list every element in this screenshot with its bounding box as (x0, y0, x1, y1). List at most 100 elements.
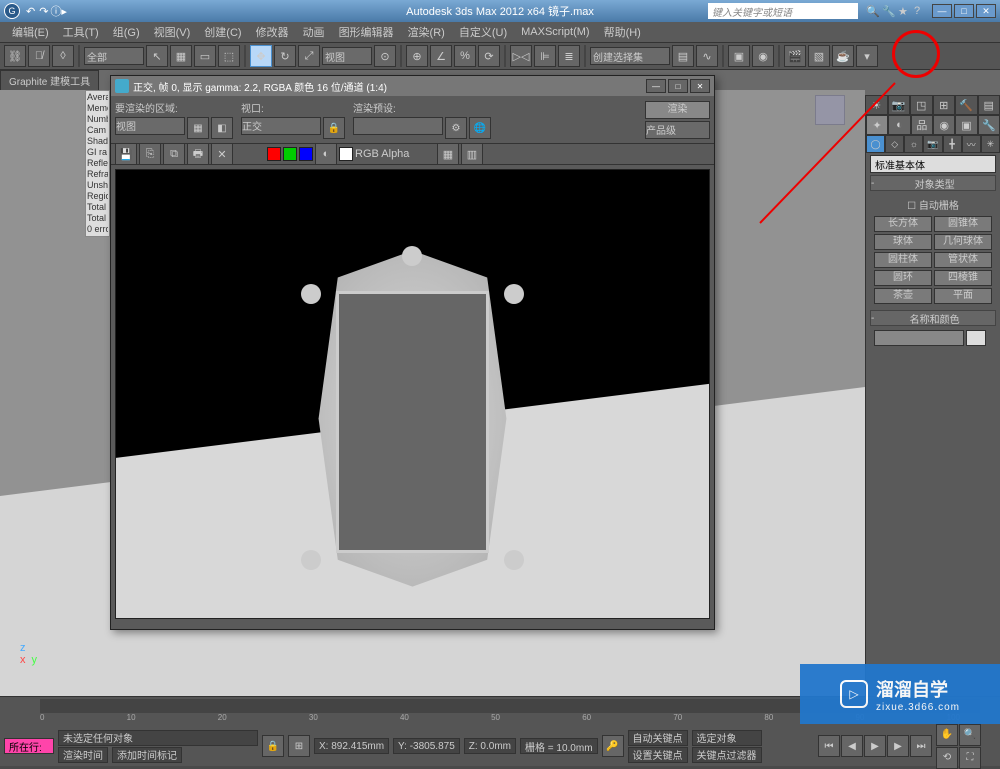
hierarchy-tab[interactable]: 品 (911, 115, 933, 135)
window-crossing-icon[interactable]: ⬚ (218, 45, 240, 67)
coord-z[interactable]: Z: 0.0mm (464, 738, 516, 754)
region-edit-icon[interactable]: ▦ (187, 117, 209, 139)
viewcube[interactable] (805, 95, 855, 145)
shapes-icon[interactable]: ◇ (885, 135, 904, 153)
close-button[interactable]: ✕ (976, 4, 996, 18)
production-dropdown[interactable]: 产品级 (645, 121, 710, 139)
swatch-white[interactable] (339, 147, 353, 161)
primitive-dropdown[interactable]: 标准基本体 (870, 155, 996, 173)
viewport-dropdown[interactable]: 正交 (241, 117, 321, 135)
utilities-tab[interactable]: 🔧 (978, 115, 1000, 135)
mirror-icon[interactable]: ▷◁ (510, 45, 532, 67)
toggle-ui-icon[interactable]: ▥ (461, 143, 483, 165)
lock-view-icon[interactable]: 🔒 (323, 117, 345, 139)
menu-edit[interactable]: 编辑(E) (6, 22, 55, 42)
pyramid-button[interactable]: 四棱锥 (934, 270, 992, 286)
display-tab[interactable]: ▣ (955, 115, 977, 135)
menu-render[interactable]: 渲染(R) (402, 22, 451, 42)
render-prod-icon[interactable]: ▾ (856, 45, 878, 67)
render-button[interactable]: 渲染 (645, 101, 710, 119)
menu-maxscript[interactable]: MAXScript(M) (515, 24, 595, 40)
play-end-icon[interactable]: ⏭ (910, 735, 932, 757)
name-color-header[interactable]: -名称和颜色 (870, 310, 996, 326)
menu-graph[interactable]: 图形编辑器 (333, 22, 400, 42)
swatch-blue[interactable] (299, 147, 313, 161)
redo-icon[interactable]: ↷ (39, 5, 48, 18)
wrench-icon[interactable]: 🔧 (882, 5, 894, 17)
select-region-icon[interactable]: ▭ (194, 45, 216, 67)
play-start-icon[interactable]: ⏮ (818, 735, 840, 757)
lights-icon[interactable]: ☼ (904, 135, 923, 153)
star-icon[interactable]: ★ (898, 5, 910, 17)
cameras-icon[interactable]: 📷 (923, 135, 942, 153)
toggle-overlay-icon[interactable]: ▦ (437, 143, 459, 165)
camera-icon2[interactable]: 📷 (888, 95, 911, 115)
clear-image-icon[interactable]: ✕ (211, 143, 233, 165)
copy-image-icon[interactable]: ⎘ (139, 143, 161, 165)
create-tab[interactable]: ✦ (866, 115, 888, 135)
nav-zoom-icon[interactable]: 🔍 (959, 724, 981, 746)
layers-icon[interactable]: ≣ (558, 45, 580, 67)
swatch-green[interactable] (283, 147, 297, 161)
cylinder-button[interactable]: 圆柱体 (874, 252, 932, 268)
light-icon[interactable]: ☀ (865, 95, 888, 115)
link-icon[interactable]: ⛓ (4, 45, 26, 67)
autogrid-checkbox[interactable]: ☐ 自动栅格 (874, 195, 992, 214)
menu-help[interactable]: 帮助(H) (598, 22, 647, 42)
sphere-button[interactable]: 球体 (874, 234, 932, 250)
rotate-icon[interactable]: ↻ (274, 45, 296, 67)
binoculars-icon[interactable]: 🔍 (866, 5, 878, 17)
lock-sel-icon[interactable]: 🔒 (262, 735, 284, 757)
percent-snap-icon[interactable]: % (454, 45, 476, 67)
render-close-button[interactable]: ✕ (690, 79, 710, 93)
play-prev-icon[interactable]: ◀ (841, 735, 863, 757)
angle-snap-icon[interactable]: ∠ (430, 45, 452, 67)
teapot-button[interactable]: 茶壶 (874, 288, 932, 304)
preset-dropdown[interactable] (353, 117, 443, 135)
play-icon[interactable]: ▶ (864, 735, 886, 757)
abs-rel-icon[interactable]: ⊞ (288, 735, 310, 757)
torus-button[interactable]: 圆环 (874, 270, 932, 286)
region-auto-icon[interactable]: ◧ (211, 117, 233, 139)
env-btn[interactable]: 🌐 (469, 117, 491, 139)
cone-button[interactable]: 圆锥体 (934, 216, 992, 232)
modify-tab[interactable]: ◐ (888, 115, 910, 135)
render-frame-icon[interactable]: ▧ (808, 45, 830, 67)
key-icon[interactable]: 🔑 (602, 735, 624, 757)
render-icon[interactable]: ☕ (832, 45, 854, 67)
bind-icon[interactable]: ◊ (52, 45, 74, 67)
render-window-titlebar[interactable]: 正交, 帧 0, 显示 gamma: 2.2, RGBA 颜色 16 位/通道 … (111, 76, 714, 96)
render-max-button[interactable]: □ (668, 79, 688, 93)
menu-customize[interactable]: 自定义(U) (453, 22, 513, 42)
print-image-icon[interactable]: 🖶 (187, 143, 209, 165)
nav-max-icon[interactable]: ⛶ (959, 747, 981, 769)
selkey-label[interactable]: 选定对象 (692, 730, 762, 746)
align-icon[interactable]: ⊫ (534, 45, 556, 67)
schematic-icon[interactable]: ▣ (728, 45, 750, 67)
select-icon[interactable]: ↖ (146, 45, 168, 67)
systems-icon[interactable]: ✳ (981, 135, 1000, 153)
curve-editor-icon[interactable]: ∿ (696, 45, 718, 67)
search-input[interactable]: 键入关键字或短语 (708, 3, 858, 19)
menu-create[interactable]: 创建(C) (198, 22, 247, 42)
selection-filter[interactable]: 全部 (84, 47, 144, 65)
channel-dropdown[interactable]: RGB Alpha (355, 148, 435, 160)
add-marker[interactable]: 添加时间标记 (112, 747, 182, 763)
util3-icon[interactable]: ▤ (978, 95, 1000, 115)
util-icon[interactable]: ⊞ (933, 95, 956, 115)
tube-button[interactable]: 管状体 (934, 252, 992, 268)
object-color-swatch[interactable] (966, 330, 986, 346)
graphite-tab[interactable]: Graphite 建模工具 (0, 70, 99, 91)
ref-coord[interactable]: 视图 (322, 47, 372, 65)
render-setup-icon[interactable]: 🎬 (784, 45, 806, 67)
save-image-icon[interactable]: 💾 (115, 143, 137, 165)
unlink-icon[interactable]: ⛓̸ (28, 45, 50, 67)
nav-pan-icon[interactable]: ✋ (936, 724, 958, 746)
menu-modifiers[interactable]: 修改器 (250, 22, 295, 42)
coord-x[interactable]: X: 892.415mm (314, 738, 389, 754)
scale-icon[interactable]: ⤢ (298, 45, 320, 67)
info-icon[interactable]: ⓘ▸ (50, 3, 67, 19)
material-editor-icon[interactable]: ◉ (752, 45, 774, 67)
plane-button[interactable]: 平面 (934, 288, 992, 304)
menu-view[interactable]: 视图(V) (148, 22, 197, 42)
